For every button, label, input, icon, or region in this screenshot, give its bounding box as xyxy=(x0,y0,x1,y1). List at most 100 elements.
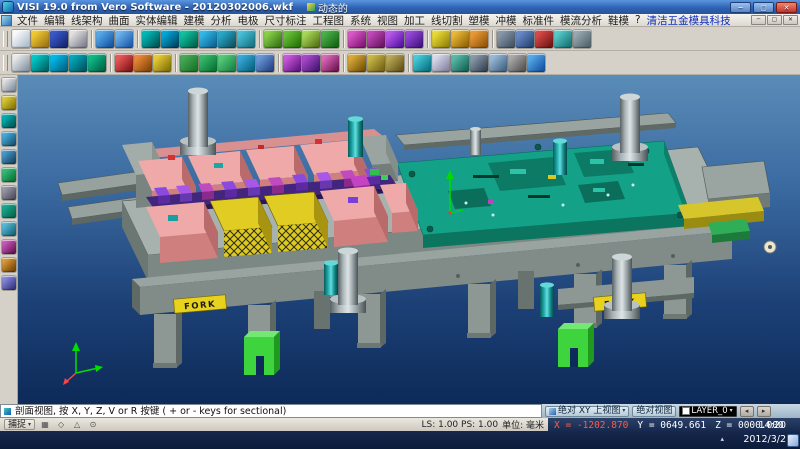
trim-icon[interactable] xyxy=(115,54,133,72)
menu-item-5[interactable]: 实体编辑 xyxy=(133,13,181,28)
save-icon[interactable] xyxy=(50,30,68,48)
menu-item-17[interactable]: 标准件 xyxy=(520,13,558,28)
menu-item-1[interactable]: 文件 xyxy=(14,13,41,28)
report-icon[interactable] xyxy=(432,54,450,72)
attributes-icon[interactable] xyxy=(2,276,16,290)
command-prompt[interactable]: 剖面视图, 按 X, Y, Z, V or R 按键 ( + or - keys… xyxy=(0,404,542,418)
fillet-icon[interactable] xyxy=(348,30,366,48)
toolpath-icon[interactable] xyxy=(451,54,469,72)
mdi-restore-button[interactable]: ▢ xyxy=(767,15,782,25)
line-icon[interactable] xyxy=(31,54,49,72)
absolute-xy-view-button[interactable]: 绝对 XY 上视图 ▾ xyxy=(545,406,629,417)
wireframe-mode-icon[interactable] xyxy=(2,222,16,236)
cylinder-icon[interactable] xyxy=(218,30,236,48)
new-file-icon[interactable] xyxy=(12,30,30,48)
layer-manager-icon[interactable] xyxy=(2,258,16,272)
layer-next-button[interactable]: ▸ xyxy=(757,406,771,417)
menu-item-15[interactable]: 塑模 xyxy=(466,13,493,28)
viewport[interactable]: FORK FORK xyxy=(18,75,800,404)
minimize-button[interactable]: ─ xyxy=(730,2,751,13)
sketch-icon[interactable] xyxy=(12,54,30,72)
loft-icon[interactable] xyxy=(321,30,339,48)
menu-item-4[interactable]: 曲面 xyxy=(106,13,133,28)
menu-item-16[interactable]: 冲模 xyxy=(493,13,520,28)
layer-previous-button[interactable]: ◂ xyxy=(740,406,754,417)
mdi-minimize-button[interactable]: ─ xyxy=(751,15,766,25)
measure-icon[interactable] xyxy=(497,30,515,48)
offset-icon[interactable] xyxy=(134,54,152,72)
ejector-icon[interactable] xyxy=(256,54,274,72)
standard-parts-icon[interactable] xyxy=(348,54,366,72)
menu-item-19[interactable]: 鞋模 xyxy=(605,13,632,28)
shell-icon[interactable] xyxy=(386,30,404,48)
taskbar-clock[interactable]: 14:20 2012/3/2 xyxy=(743,419,786,447)
cavity-icon[interactable] xyxy=(199,54,217,72)
menu-item-20[interactable]: ? xyxy=(632,14,644,26)
menu-item-3[interactable]: 线架构 xyxy=(68,13,106,28)
menu-item-6[interactable]: 建模 xyxy=(181,13,208,28)
zoom-out-icon[interactable] xyxy=(2,150,16,164)
strip-layout-icon[interactable] xyxy=(283,54,301,72)
redo-icon[interactable] xyxy=(115,30,133,48)
menu-item-21[interactable]: 清洁五金模具科技 xyxy=(644,13,734,28)
maximize-button[interactable]: ▢ xyxy=(753,2,774,13)
menu-item-18[interactable]: 模流分析 xyxy=(557,13,605,28)
midpoint-snap-icon[interactable]: △ xyxy=(71,420,83,429)
arc-icon[interactable] xyxy=(50,54,68,72)
center-snap-icon[interactable]: ⊙ xyxy=(87,420,99,429)
simulate-icon[interactable] xyxy=(413,54,431,72)
layer-selector[interactable]: LAYER_0 ▾ xyxy=(679,406,736,417)
shading-mode-icon[interactable] xyxy=(2,204,16,218)
grid-snap-icon[interactable]: ▦ xyxy=(39,420,51,429)
menu-item-2[interactable]: 编辑 xyxy=(41,13,68,28)
screw-icon[interactable] xyxy=(367,54,385,72)
core-icon[interactable] xyxy=(218,54,236,72)
die-plate-icon[interactable] xyxy=(321,54,339,72)
pan-hand-icon[interactable] xyxy=(2,96,16,110)
menu-item-12[interactable]: 视图 xyxy=(374,13,401,28)
menu-item-13[interactable]: 加工 xyxy=(401,13,428,28)
zoom-fit-icon[interactable] xyxy=(2,168,16,182)
close-button[interactable]: ✕ xyxy=(776,2,797,13)
layers-icon[interactable] xyxy=(554,30,572,48)
calculator-icon[interactable] xyxy=(508,54,526,72)
print-icon[interactable] xyxy=(69,30,87,48)
viewport-canvas[interactable]: FORK FORK xyxy=(18,75,800,404)
open-folder-icon[interactable] xyxy=(31,30,49,48)
wireframe-cube-icon[interactable] xyxy=(142,30,160,48)
previous-view-icon[interactable] xyxy=(2,186,16,200)
solid-cube-icon[interactable] xyxy=(180,30,198,48)
mdi-close-button[interactable]: ✕ xyxy=(783,15,798,25)
shaded-cube-icon[interactable] xyxy=(161,30,179,48)
chamfer-icon[interactable] xyxy=(367,30,385,48)
spring-icon[interactable] xyxy=(386,54,404,72)
select-arrow-icon[interactable] xyxy=(2,78,16,92)
sweep-icon[interactable] xyxy=(302,30,320,48)
menu-item-7[interactable]: 分析 xyxy=(208,13,235,28)
menu-item-8[interactable]: 电极 xyxy=(235,13,262,28)
menu-item-10[interactable]: 工程图 xyxy=(310,13,348,28)
section-icon[interactable] xyxy=(535,30,553,48)
undo-icon[interactable] xyxy=(96,30,114,48)
absolute-view-button[interactable]: 绝对视图 xyxy=(632,406,676,417)
tray-expand-icon[interactable]: ▴ xyxy=(720,435,724,443)
revolve-icon[interactable] xyxy=(283,30,301,48)
hide-show-icon[interactable] xyxy=(2,240,16,254)
boolean-union-icon[interactable] xyxy=(405,30,423,48)
axis-icon[interactable] xyxy=(451,30,469,48)
mold-base-icon[interactable] xyxy=(180,54,198,72)
mirror-icon[interactable] xyxy=(153,54,171,72)
tray-icon[interactable] xyxy=(788,435,798,446)
settings-gear-icon[interactable] xyxy=(573,30,591,48)
cooling-icon[interactable] xyxy=(237,54,255,72)
menu-item-14[interactable]: 线切割 xyxy=(428,13,466,28)
endpoint-snap-icon[interactable]: ◇ xyxy=(55,420,67,429)
sphere-icon[interactable] xyxy=(199,30,217,48)
menu-item-11[interactable]: 系统 xyxy=(347,13,374,28)
cone-icon[interactable] xyxy=(237,30,255,48)
rectangle-icon[interactable] xyxy=(88,54,106,72)
menu-item-9[interactable]: 尺寸标注 xyxy=(262,13,310,28)
point-icon[interactable] xyxy=(470,30,488,48)
punch-icon[interactable] xyxy=(302,54,320,72)
circle-icon[interactable] xyxy=(69,54,87,72)
